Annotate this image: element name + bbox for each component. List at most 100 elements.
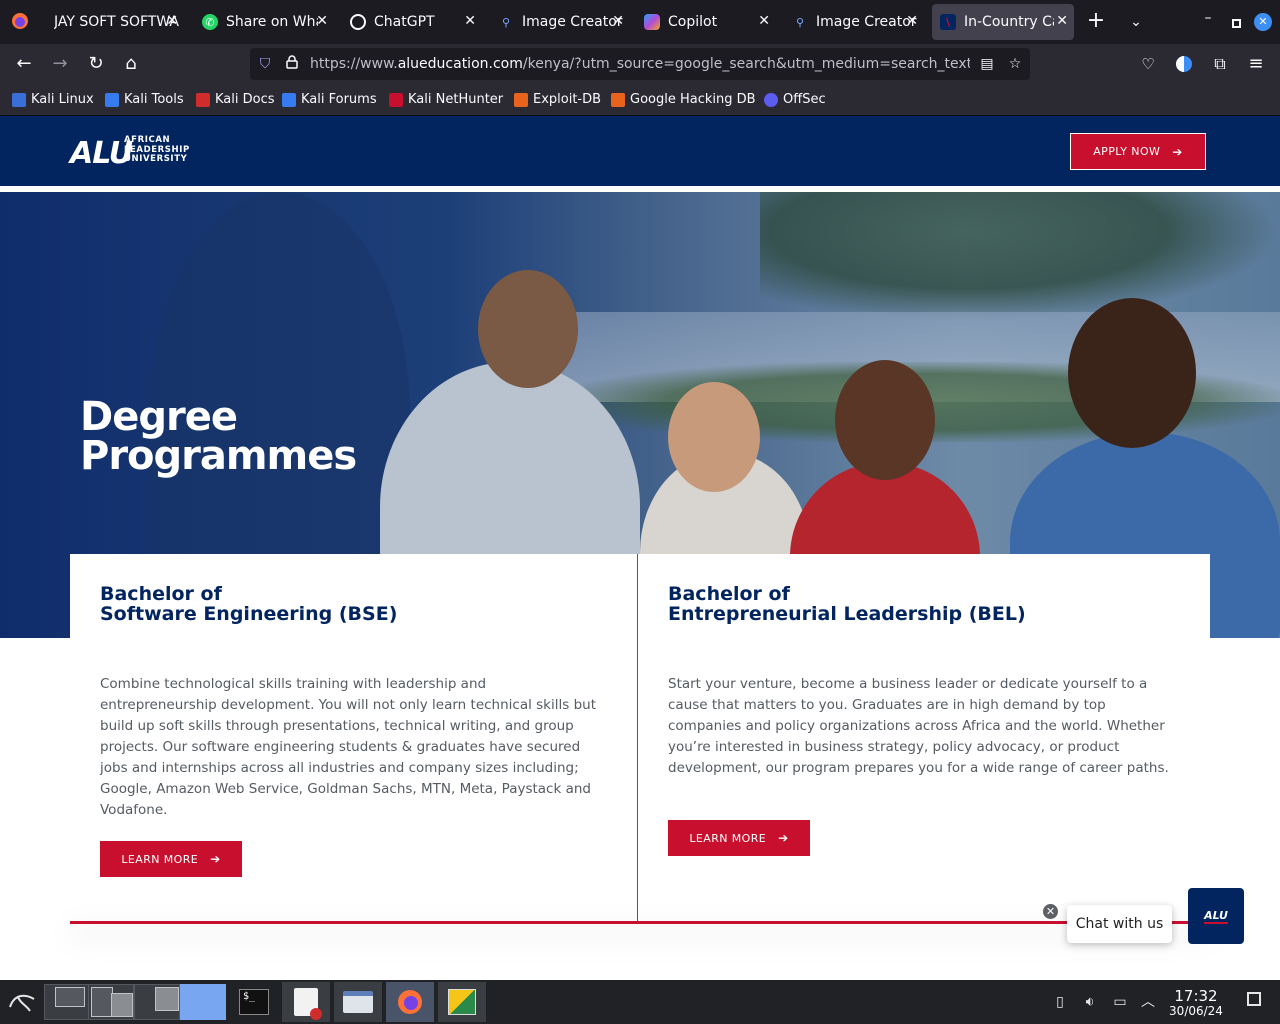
home-icon[interactable]: ⌂ [119,52,143,76]
workspace-2[interactable] [88,984,134,1020]
volume-icon[interactable]: 🔉︎ [1080,992,1100,1012]
tab-chatgpt[interactable]: ChatGPT ✕ [342,4,482,40]
bookmark-star-icon[interactable]: ☆ [1006,55,1024,73]
hero-photo-student-head [478,270,578,388]
show-desktop-icon[interactable] [1244,992,1264,1012]
chatgpt-icon [350,14,366,30]
bookmark-label: Google Hacking DB [630,92,756,107]
learn-more-button-bel[interactable]: LEARN MORE ➔ [668,820,810,856]
tab-jay-soft[interactable]: JAY SOFT SOFTWA ✕ [44,4,184,40]
bookmark-kali-tools[interactable]: Kali Tools [105,92,184,107]
clock-date[interactable]: 30/06/24 [1164,1004,1228,1018]
bookmark-kali-linux[interactable]: Kali Linux [12,92,94,107]
bookmark-kali-docs[interactable]: Kali Docs [196,92,275,107]
minimize-window-icon[interactable]: – [1198,10,1218,34]
bookmarks-bar: Kali Linux Kali Tools Kali Docs Kali For… [0,84,1280,116]
firefox-menu-icon[interactable] [10,12,30,32]
workspace-4[interactable] [180,984,226,1020]
card-title-line: Bachelor of [100,583,222,605]
kali-menu-icon[interactable] [4,982,40,1022]
chat-prompt-close-icon[interactable]: ✕ [1041,902,1060,921]
extensions-icon[interactable]: ⧉ [1208,52,1232,76]
reader-view-icon[interactable]: ▤ [978,55,996,73]
app-launcher-icon[interactable] [438,982,486,1022]
kali-docs-icon [196,92,210,107]
whatsapp-icon: ✆ [202,14,218,30]
hamburger-menu-icon[interactable]: ≡ [1244,52,1268,76]
tracking-protection-shield-icon[interactable]: ⛉ [256,55,274,73]
terminal-app-icon[interactable]: $_ [232,982,276,1022]
maximize-window-icon[interactable] [1226,12,1246,32]
alu-logo-text[interactable]: AFRICAN LEADERSHIP UNIVERSITY [124,135,190,165]
bookmark-offsec[interactable]: OffSec [764,92,826,107]
bookmark-google-hacking-db[interactable]: Google Hacking DB [611,92,756,107]
close-window-icon[interactable]: ✕ [1254,13,1272,31]
tab-title: Share on Wha [226,14,318,30]
offsec-icon [764,92,778,107]
card-description: Combine technological skills training wi… [100,676,596,818]
tab-in-country[interactable]: \ In-Country Ca ✕ [932,4,1074,40]
bookmark-label: Kali Forums [301,92,377,107]
close-icon[interactable]: ✕ [316,13,328,29]
reload-icon[interactable]: ↻ [84,52,108,76]
chat-launcher-button[interactable]: ALU [1188,888,1244,944]
tab-copilot[interactable]: Copilot ✕ [636,4,776,40]
text-editor-app-icon[interactable] [282,982,330,1022]
workspace-1[interactable] [44,984,90,1020]
bookmark-label: Kali Tools [124,92,184,107]
workspace-3[interactable] [134,984,180,1020]
search-icon: ⚲ [795,15,805,29]
hero-photo-student-head [1068,298,1196,448]
card-description: Start your venture, become a business le… [668,676,1169,776]
clipboard-icon[interactable]: ▯ [1050,992,1070,1012]
new-tab-icon[interactable]: + [1084,10,1108,34]
bookmark-label: Kali Linux [31,92,94,107]
workspace-window-preview [111,993,133,1017]
card-title-line: Software Engineering (BSE) [100,603,398,625]
learn-more-button-bse[interactable]: LEARN MORE ➔ [100,841,242,877]
arrow-right-icon: ➔ [778,831,789,845]
firefox-app-icon[interactable] [386,982,434,1022]
chat-prompt-bubble[interactable]: Chat with us [1067,905,1172,943]
clock-time[interactable]: 17:32 [1168,987,1224,1005]
apply-now-button[interactable]: APPLY NOW ➔ [1070,133,1206,170]
network-icon[interactable]: ▭ [1110,992,1130,1012]
list-tabs-chevron-icon[interactable]: ⌄ [1124,11,1148,35]
hero-photo-trees [760,192,1280,322]
tab-whatsapp[interactable]: ✆ Share on Wha ✕ [194,4,334,40]
url-text[interactable]: https://www.alueducation.com/kenya/?utm_… [310,56,970,72]
learn-more-label: LEARN MORE [689,831,767,845]
back-arrow-icon[interactable]: ← [12,52,36,76]
tab-image-creator-2[interactable]: ⚲ Image Creator ✕ [784,4,924,40]
close-icon[interactable]: ✕ [166,13,178,29]
profile-icon[interactable] [1172,52,1196,76]
close-icon[interactable]: ✕ [758,13,770,29]
tab-image-creator-1[interactable]: ⚲ Image Creator ✕ [490,4,630,40]
copilot-icon [644,14,660,30]
bookmark-exploit-db[interactable]: Exploit-DB [514,92,601,107]
alu-favicon-icon: \ [940,14,956,30]
tray-expand-chevron-icon[interactable]: ︿ [1138,992,1158,1012]
close-icon[interactable]: ✕ [906,13,918,29]
bookmark-kali-nethunter[interactable]: Kali NetHunter [389,92,503,107]
alu-logo-mark[interactable]: ALU [70,136,133,171]
nethunter-icon [389,92,403,107]
exploit-db-icon [514,92,528,107]
workspace-window-preview [155,987,179,1011]
card-title: Bachelor of Entrepreneurial Leadership (… [668,584,1026,624]
close-icon[interactable]: ✕ [1056,13,1068,29]
forward-arrow-icon[interactable]: → [48,52,72,76]
learn-more-label: LEARN MORE [121,852,199,866]
url-path: /kenya/?utm_source=google_search&utm_med… [522,56,970,72]
os-taskbar: $_ ▯ 🔉︎ ▭ ︿ 17:32 30/06/24 [0,980,1280,1024]
pocket-icon[interactable]: ♡ [1136,52,1160,76]
bookmark-kali-forums[interactable]: Kali Forums [282,92,377,107]
close-icon[interactable]: ✕ [464,13,476,29]
browser-tab-bar: JAY SOFT SOFTWA ✕ ✆ Share on Wha ✕ ChatG… [0,0,1280,44]
arrow-right-icon: ➔ [1172,144,1183,159]
lock-icon[interactable] [283,55,301,73]
file-manager-app-icon[interactable] [334,982,382,1022]
close-icon[interactable]: ✕ [612,13,624,29]
url-bar[interactable]: ⛉ https://www.alueducation.com/kenya/?ut… [250,48,1030,80]
workspace-window-preview [55,987,85,1007]
